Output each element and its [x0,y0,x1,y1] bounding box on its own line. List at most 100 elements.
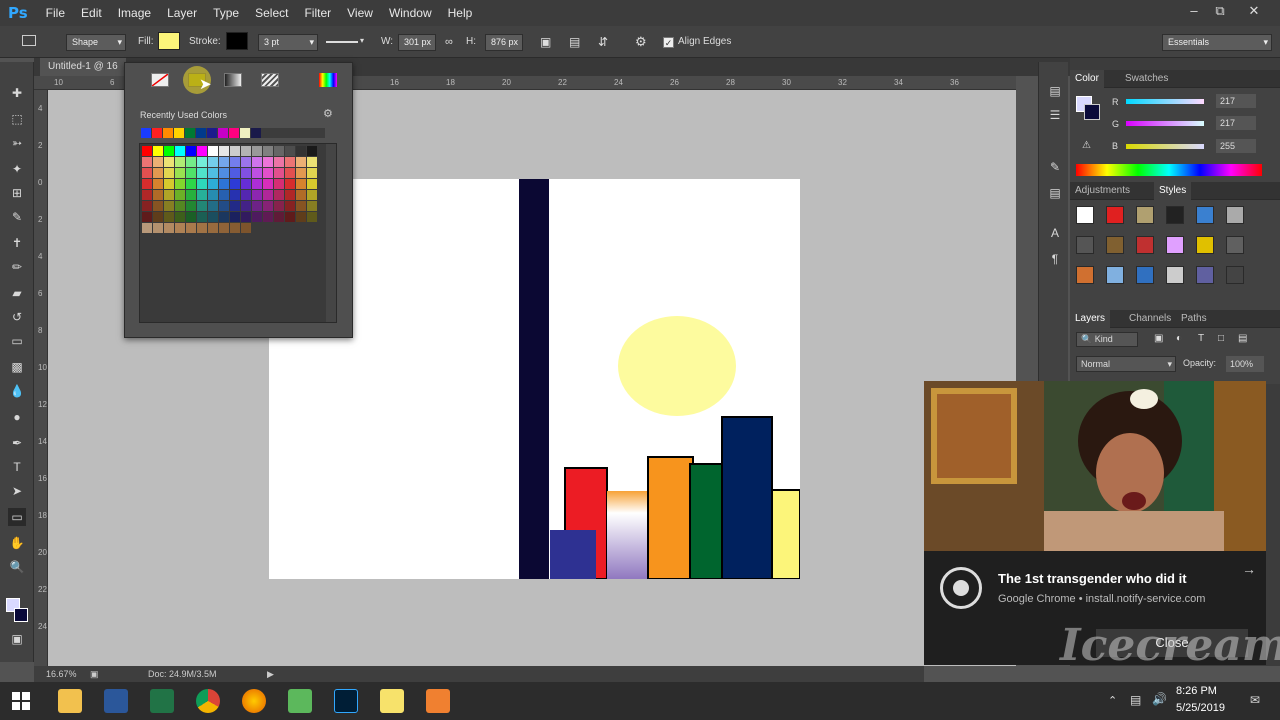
palette-swatch[interactable] [208,179,218,189]
restore-icon[interactable]: ⧉ [1206,0,1234,22]
word-icon[interactable] [104,689,128,713]
palette-swatch[interactable] [175,157,185,167]
recent-color-swatch[interactable] [174,128,184,138]
tab-paths[interactable]: Paths [1176,310,1212,328]
type-tool-icon[interactable]: T [8,458,26,476]
volume-icon[interactable]: 🔊 [1152,692,1167,706]
sticky-notes-icon[interactable] [380,689,404,713]
style-preset-swatch[interactable] [1106,206,1124,224]
palette-swatch[interactable] [241,146,251,156]
palette-swatch[interactable] [241,190,251,200]
blur-tool-icon[interactable]: 💧 [8,382,26,400]
palette-swatch[interactable] [230,201,240,211]
file-explorer-icon[interactable] [58,689,82,713]
palette-swatch[interactable] [219,190,229,200]
recent-color-swatch[interactable] [218,128,228,138]
style-preset-swatch[interactable] [1136,206,1154,224]
palette-swatch[interactable] [274,223,284,233]
recent-color-swatch[interactable] [163,128,173,138]
eraser-tool-icon[interactable]: ▭ [8,332,26,350]
palette-swatch[interactable] [175,190,185,200]
palette-swatch[interactable] [285,157,295,167]
tab-adjustments[interactable]: Adjustments [1070,182,1135,200]
lasso-tool-icon[interactable]: ➳ [8,134,26,152]
palette-swatch[interactable] [142,212,152,222]
menu-filter[interactable]: Filter [296,6,339,20]
tab-channels[interactable]: Channels [1124,310,1176,328]
path-arrangement-icon[interactable]: ⇵ [598,34,608,50]
palette-swatch[interactable] [307,168,317,178]
palette-swatch[interactable] [263,146,273,156]
palette-swatch[interactable] [285,190,295,200]
palette-swatch[interactable] [208,146,218,156]
palette-swatch[interactable] [263,157,273,167]
palette-swatch[interactable] [208,168,218,178]
paragraph-icon[interactable]: ¶ [1046,250,1064,268]
background-color-swatch[interactable] [1084,104,1100,120]
r-value-field[interactable]: 217 [1216,94,1256,108]
palette-swatch[interactable] [263,223,273,233]
align-edges-checkbox[interactable]: ✓ [663,37,674,48]
palette-swatch[interactable] [252,168,262,178]
tab-color[interactable]: Color [1070,70,1104,88]
height-field[interactable]: 876 px [485,34,523,51]
palette-swatch[interactable] [208,201,218,211]
style-preset-swatch[interactable] [1226,206,1244,224]
style-preset-swatch[interactable] [1166,206,1184,224]
palette-swatch[interactable] [230,168,240,178]
palette-swatch[interactable] [307,190,317,200]
width-field[interactable]: 301 px [398,34,436,51]
b-value-field[interactable]: 255 [1216,139,1256,153]
palette-swatch[interactable] [197,179,207,189]
menu-window[interactable]: Window [381,6,440,20]
palette-swatch[interactable] [285,146,295,156]
recent-color-swatch[interactable] [185,128,195,138]
menu-view[interactable]: View [339,6,381,20]
style-preset-swatch[interactable] [1076,206,1094,224]
palette-swatch[interactable] [153,157,163,167]
palette-swatch[interactable] [219,146,229,156]
palette-swatch[interactable] [230,223,240,233]
palette-swatch[interactable] [252,190,262,200]
minimize-icon[interactable]: – [1180,0,1208,22]
palette-swatch[interactable] [252,223,262,233]
menu-layer[interactable]: Layer [159,6,205,20]
menu-file[interactable]: File [38,6,73,20]
status-icon[interactable]: ▣ [90,666,99,682]
palette-swatch[interactable] [252,212,262,222]
palette-swatch[interactable] [252,179,262,189]
menu-select[interactable]: Select [247,6,296,20]
style-preset-swatch[interactable] [1076,236,1094,254]
palette-swatch[interactable] [274,179,284,189]
palette-swatch[interactable] [241,157,251,167]
palette-swatch[interactable] [274,190,284,200]
palette-swatch[interactable] [142,201,152,211]
recent-color-swatch[interactable] [196,128,206,138]
gradient-tool-icon[interactable]: ▩ [8,358,26,376]
chevron-down-icon[interactable]: ▾ [360,36,364,45]
filter-pixel-icon[interactable]: ▣ [1154,333,1163,344]
palette-swatch[interactable] [175,146,185,156]
tab-swatches[interactable]: Swatches [1120,70,1173,88]
palette-swatch[interactable] [285,179,295,189]
menu-image[interactable]: Image [110,6,159,20]
palette-swatch[interactable] [186,179,196,189]
brush-tool-icon[interactable]: ✏ [8,258,26,276]
style-preset-swatch[interactable] [1166,266,1184,284]
palette-swatch[interactable] [296,190,306,200]
history-icon[interactable]: ▤ [1046,82,1064,100]
chrome-icon[interactable] [196,689,220,713]
palette-swatch[interactable] [219,201,229,211]
palette-swatch[interactable] [307,223,317,233]
blend-mode-select[interactable]: Normal ▾ [1076,356,1176,372]
palette-swatch[interactable] [186,201,196,211]
firefox-icon[interactable] [242,689,266,713]
recent-color-swatch[interactable] [141,128,151,138]
tool-mode-select[interactable]: Shape ▾ [66,34,126,51]
palette-swatch[interactable] [175,168,185,178]
style-preset-swatch[interactable] [1196,206,1214,224]
palette-swatch[interactable] [208,223,218,233]
menu-help[interactable]: Help [440,6,481,20]
dodge-tool-icon[interactable]: ● [8,408,26,426]
palette-swatch[interactable] [230,179,240,189]
